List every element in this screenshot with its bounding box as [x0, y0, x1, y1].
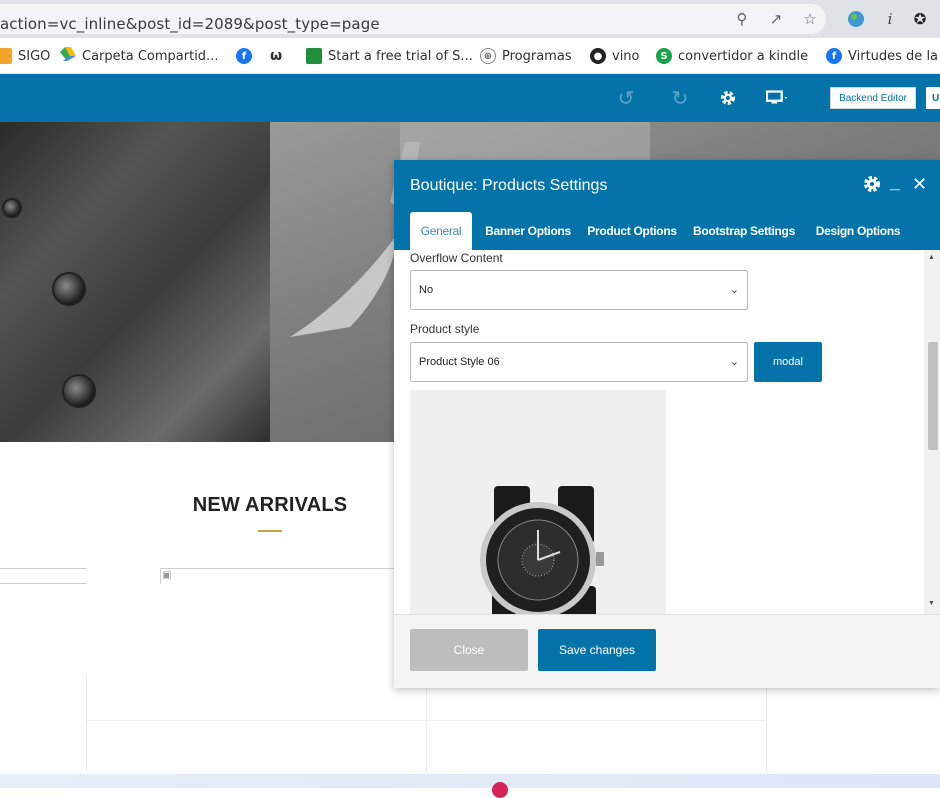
- product-style-value: Product Style 06: [419, 356, 500, 368]
- title-underline: [258, 530, 282, 532]
- extension-globe-icon[interactable]: [846, 9, 866, 29]
- close-icon[interactable]: ✕: [912, 174, 927, 195]
- grid-divider: [426, 688, 427, 772]
- product-style-label: Product style: [410, 322, 480, 336]
- tab-design-options[interactable]: Design Options: [808, 212, 908, 250]
- bookmark-brand[interactable]: ω: [270, 47, 282, 65]
- url-text: action=vc_inline&post_id=2089&post_type=…: [0, 15, 380, 33]
- save-changes-button[interactable]: Save changes: [538, 629, 656, 671]
- s-icon: S: [656, 48, 672, 64]
- watch-preview-image: [480, 486, 604, 614]
- hero-image-left: [0, 122, 270, 442]
- close-button[interactable]: Close: [410, 629, 528, 671]
- product-style-select[interactable]: Product Style 06 ⌄: [410, 342, 748, 382]
- bookmark-icon: [0, 48, 12, 64]
- bookmark-trial[interactable]: Start a free trial of S...: [306, 47, 473, 65]
- bookmark-label: convertidor a kindle: [678, 48, 809, 64]
- app-icon: [306, 48, 322, 64]
- scrollbar-thumb[interactable]: [928, 342, 938, 450]
- modal-footer: Close Save changes: [394, 614, 940, 688]
- bookmark-label: SIGO: [18, 48, 51, 64]
- product-image-border: [160, 568, 161, 584]
- tab-general[interactable]: General: [410, 212, 472, 250]
- taskbar: [0, 774, 940, 788]
- bookmark-label: Programas: [502, 48, 572, 64]
- section-title: NEW ARRIVALS: [192, 494, 348, 516]
- editor-toolbar: ↺ ↻: [0, 74, 940, 122]
- settings-gear-icon[interactable]: [862, 174, 882, 199]
- globe-icon: ⊕: [480, 48, 496, 64]
- tab-product-options[interactable]: Product Options: [584, 212, 680, 250]
- product-image-border: [0, 568, 87, 569]
- facebook-icon: f: [826, 48, 842, 64]
- modal-title: Boutique: Products Settings: [410, 177, 608, 194]
- facebook-icon: f: [236, 48, 252, 64]
- coat-button-image: [52, 272, 86, 306]
- bookmark-label: Carpeta Compartid...: [82, 48, 219, 64]
- bookmark-label: Start a free trial of S...: [328, 48, 473, 64]
- puzzle-icon[interactable]: ✪: [910, 9, 930, 29]
- overflow-content-select[interactable]: No ⌄: [410, 270, 748, 310]
- modal-header: Boutique: Products Settings _ ✕ General …: [394, 160, 940, 250]
- bookmark-sigo[interactable]: SIGO: [0, 47, 50, 65]
- minimize-icon[interactable]: _: [890, 172, 900, 193]
- update-button[interactable]: U: [926, 87, 940, 109]
- bookmark-facebook[interactable]: f: [236, 47, 252, 65]
- info-icon[interactable]: i: [880, 9, 900, 29]
- url-field[interactable]: action=vc_inline&post_id=2089&post_type=…: [0, 4, 826, 34]
- product-image-border: [160, 568, 394, 569]
- bookmark-carpeta[interactable]: Carpeta Compartid...: [60, 47, 218, 65]
- grid-divider: [766, 688, 767, 772]
- chevron-down-icon: ⌄: [729, 284, 739, 296]
- overflow-content-value: No: [419, 284, 434, 296]
- taskbar-app-icon[interactable]: [492, 782, 508, 798]
- bookmark-programas[interactable]: ⊕ Programas: [480, 47, 572, 65]
- zoom-icon[interactable]: ⚲: [732, 9, 752, 29]
- coat-button-image: [2, 198, 22, 218]
- bookmark-virtudes[interactable]: f Virtudes de la: [826, 47, 938, 65]
- redo-icon[interactable]: ↻: [668, 86, 692, 110]
- globe-icon: ●: [590, 48, 606, 64]
- overflow-content-label: Overflow Content: [410, 251, 503, 265]
- modal-body: Overflow Content No ⌄ Product style Prod…: [394, 250, 940, 614]
- chevron-down-icon: ⌄: [729, 356, 739, 368]
- grid-divider: [86, 676, 87, 772]
- scroll-up-icon[interactable]: ▲: [928, 254, 935, 261]
- products-settings-modal: Boutique: Products Settings _ ✕ General …: [394, 160, 940, 688]
- bookmark-label: vino: [612, 48, 640, 64]
- gear-icon[interactable]: [716, 86, 740, 110]
- tab-bootstrap-settings[interactable]: Bootstrap Settings: [690, 212, 798, 250]
- grid-divider: [86, 720, 766, 721]
- scroll-down-icon[interactable]: ▼: [928, 600, 935, 607]
- bookmark-vino[interactable]: ● vino: [590, 47, 640, 65]
- bookmark-label: Virtudes de la: [848, 48, 939, 64]
- product-image-border: [0, 583, 87, 584]
- share-icon[interactable]: ↗: [766, 9, 786, 29]
- brand-icon: ω: [270, 48, 283, 64]
- modal-button[interactable]: modal: [754, 342, 822, 382]
- coat-button-image: [62, 374, 96, 408]
- undo-icon[interactable]: ↺: [614, 86, 638, 110]
- bookmarks-bar: SIGO Carpeta Compartid... f ω Start a fr…: [0, 38, 940, 74]
- backend-editor-button[interactable]: Backend Editor: [830, 87, 916, 109]
- bookmark-kindle[interactable]: S convertidor a kindle: [656, 47, 808, 65]
- broken-image-icon: ▣: [162, 570, 172, 581]
- tab-banner-options[interactable]: Banner Options: [478, 212, 578, 250]
- responsive-monitor-icon[interactable]: [766, 86, 790, 110]
- product-style-preview: [410, 390, 666, 614]
- browser-address-bar: action=vc_inline&post_id=2089&post_type=…: [0, 0, 940, 38]
- star-icon[interactable]: ☆: [800, 9, 820, 29]
- google-drive-icon: [60, 47, 76, 65]
